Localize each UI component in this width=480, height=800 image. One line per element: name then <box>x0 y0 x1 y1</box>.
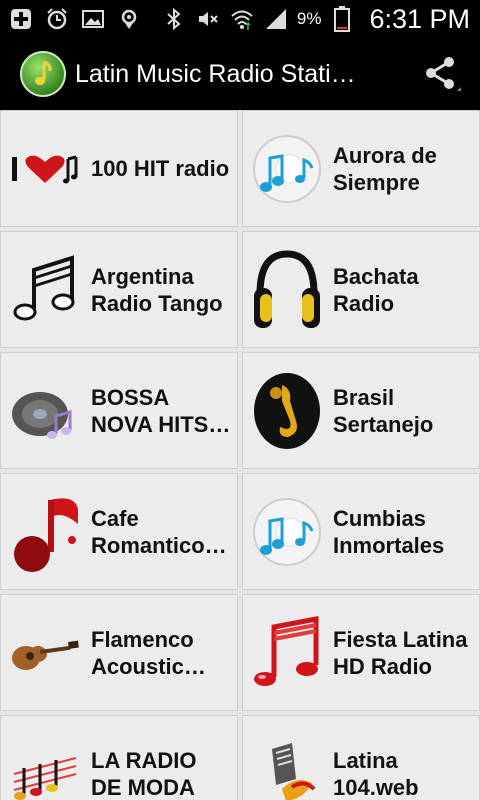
station-name: BOSSA NOVA HITS… <box>91 384 231 437</box>
station-grid: 100 HIT radio Aurora de Siempre Argentin… <box>0 110 480 800</box>
station-name: Cumbias Inmortales <box>333 505 445 558</box>
action-bar: Latin Music Radio Stati… <box>0 38 480 110</box>
location-icon <box>116 6 142 32</box>
share-icon <box>421 53 461 98</box>
bluetooth-icon <box>161 6 187 32</box>
station-tile[interactable]: 100 HIT radio <box>0 110 238 227</box>
red-music-notes-icon <box>251 608 323 698</box>
station-name: Latina 104.web <box>333 747 419 800</box>
add-icon <box>8 6 34 32</box>
battery-icon <box>329 6 355 32</box>
station-name: Aurora de Siempre <box>333 142 437 195</box>
vinyl-disc-icon <box>9 366 81 456</box>
station-name: 100 HIT radio <box>91 156 230 181</box>
status-bar: 9% 6:31 PM <box>0 0 480 38</box>
station-name: Argentina Radio Tango <box>91 263 223 316</box>
station-tile[interactable]: Flamenco Acoustic… <box>0 594 238 711</box>
image-icon <box>80 6 106 32</box>
station-tile[interactable]: Fiesta Latina HD Radio <box>242 594 480 711</box>
keyboard-music-icon <box>251 729 323 800</box>
station-tile[interactable]: Bachata Radio <box>242 231 480 348</box>
guitar-icon <box>9 608 81 698</box>
music-cd-icon <box>251 124 323 214</box>
station-name: Cafe Romantico… <box>91 505 227 558</box>
app-title: Latin Music Radio Stati… <box>75 59 356 88</box>
saxophone-player-icon <box>251 366 323 456</box>
wifi-icon <box>229 6 255 32</box>
station-tile[interactable]: Argentina Radio Tango <box>0 231 238 348</box>
i-love-music-icon <box>9 124 81 214</box>
station-tile[interactable]: Latina 104.web <box>242 715 480 800</box>
mute-icon <box>195 6 221 32</box>
share-button[interactable] <box>416 50 466 100</box>
station-tile[interactable]: Aurora de Siempre <box>242 110 480 227</box>
station-name: Flamenco Acoustic… <box>91 626 206 679</box>
alarm-icon <box>44 6 70 32</box>
station-tile[interactable]: BOSSA NOVA HITS… <box>0 352 238 469</box>
station-tile[interactable]: Brasil Sertanejo <box>242 352 480 469</box>
station-name: Fiesta Latina HD Radio <box>333 626 468 679</box>
music-cd-icon <box>251 487 323 577</box>
station-tile[interactable]: Cumbias Inmortales <box>242 473 480 590</box>
colorful-music-notes-icon <box>9 729 81 800</box>
clock: 6:31 PM <box>369 3 470 34</box>
red-music-note-icon <box>9 487 81 577</box>
music-note-logo-icon[interactable] <box>19 50 67 98</box>
station-name: LA RADIO DE MODA <box>91 747 197 800</box>
music-notes-icon <box>9 245 81 335</box>
headphones-icon <box>251 245 323 335</box>
battery-percent: 9% <box>296 9 322 28</box>
station-name: Bachata Radio <box>333 263 419 316</box>
station-tile[interactable]: Cafe Romantico… <box>0 473 238 590</box>
station-name: Brasil Sertanejo <box>333 384 434 437</box>
signal-icon <box>263 6 289 32</box>
station-tile[interactable]: LA RADIO DE MODA <box>0 715 238 800</box>
